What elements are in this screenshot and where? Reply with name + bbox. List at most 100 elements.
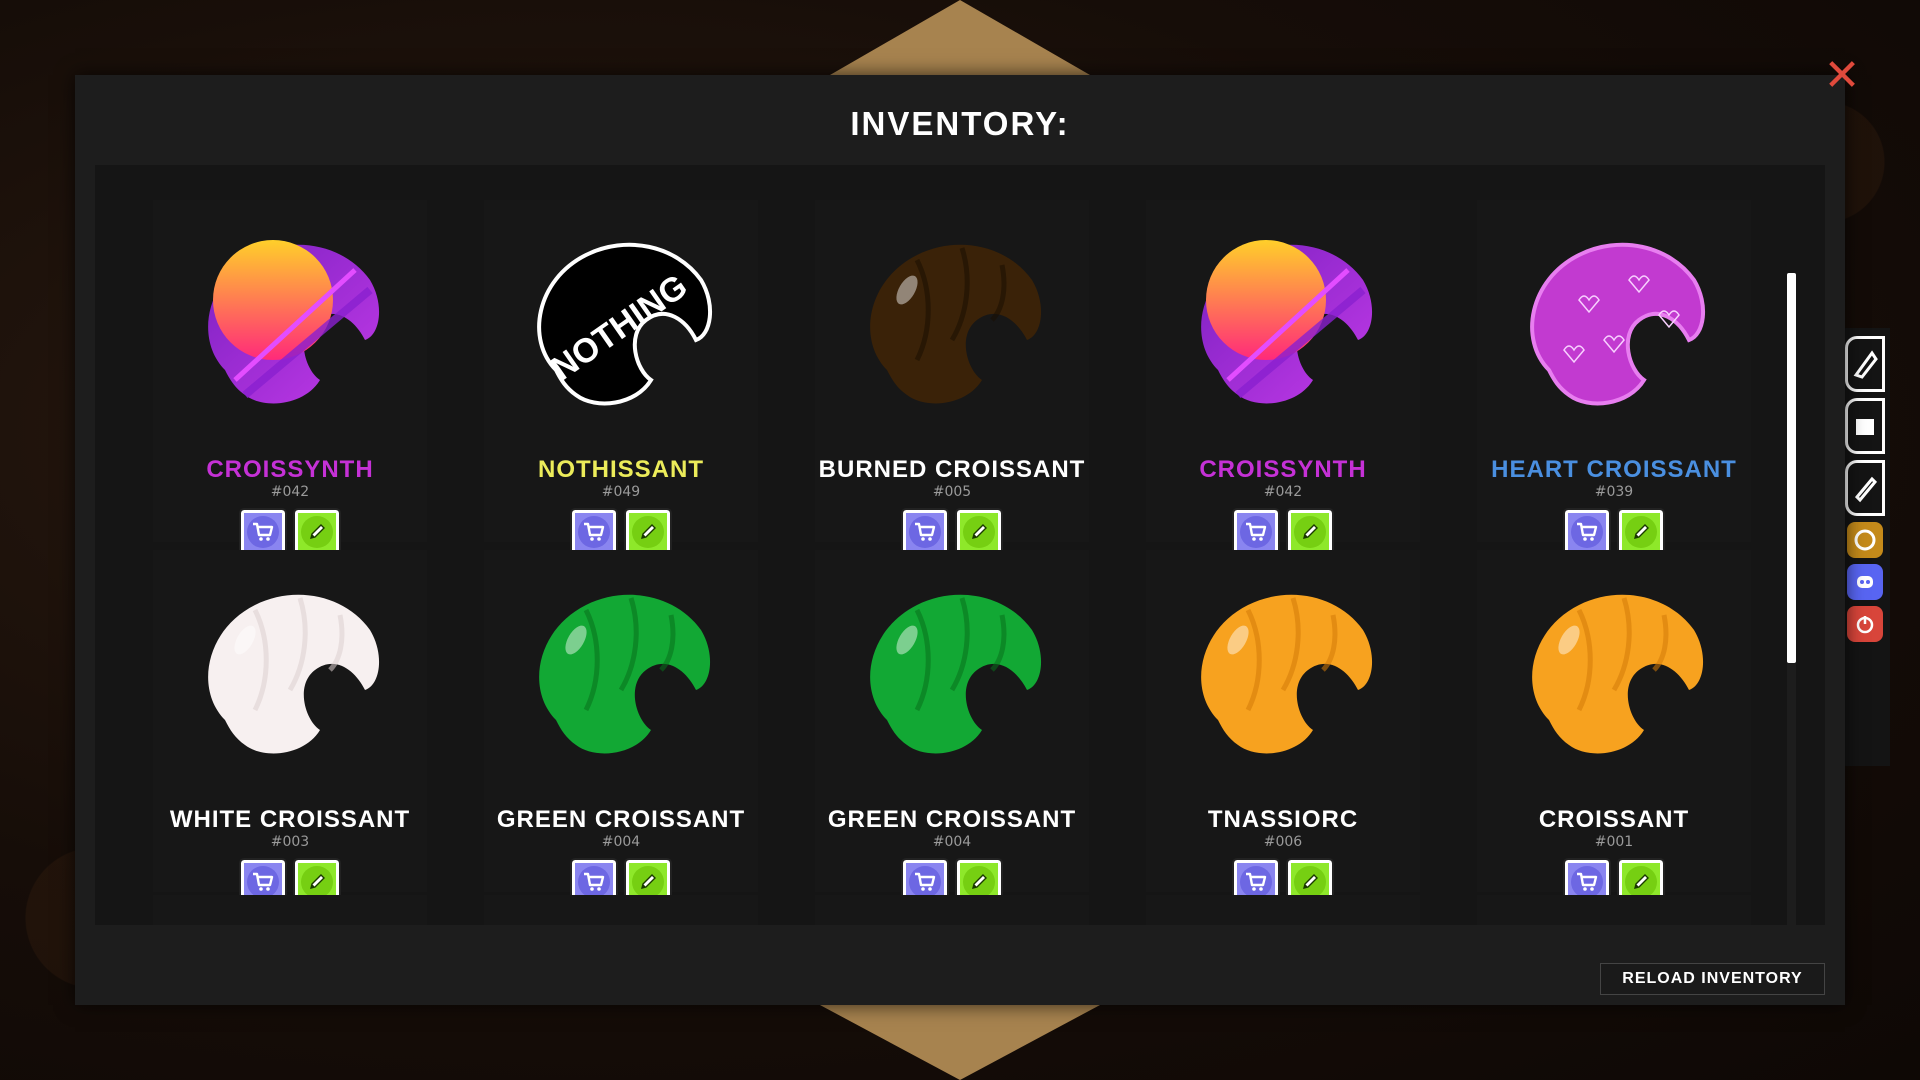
power-icon <box>1856 616 1874 634</box>
item-name: GREEN CROISSANT <box>496 806 746 833</box>
pencil-icon <box>1625 866 1657 898</box>
cart-icon <box>247 516 279 548</box>
partial-card <box>815 895 1089 925</box>
partial-card <box>1146 895 1420 925</box>
inventory-title: INVENTORY: <box>850 105 1070 142</box>
inventory-item-card[interactable]: BURNED CROISSANT #005 <box>815 200 1089 556</box>
inventory-next-row <box>153 895 1753 925</box>
leaderboard-icon <box>1854 529 1876 551</box>
item-name: CROISSANT <box>1538 806 1690 833</box>
side-dock <box>1840 328 1890 766</box>
croissant-icon <box>1853 350 1878 379</box>
cart-icon <box>1240 516 1272 548</box>
item-name: CROISSYNTH <box>206 456 374 483</box>
edit-button[interactable] <box>1617 508 1665 556</box>
cart-icon <box>909 866 941 898</box>
item-name: WHITE CROISSANT <box>169 806 411 833</box>
discord-button[interactable] <box>1847 564 1883 600</box>
scrollbar-thumb[interactable] <box>1787 273 1796 663</box>
pencil-icon <box>1625 516 1657 548</box>
edit-button[interactable] <box>955 508 1003 556</box>
close-icon[interactable]: ✕ <box>1822 54 1862 98</box>
item-id: #006 <box>1263 834 1303 850</box>
decor-diamond-bottom <box>820 1005 1100 1080</box>
croissant-image: NOTHING <box>516 220 726 430</box>
item-id: #039 <box>1594 484 1634 500</box>
item-name: HEART CROISSANT <box>1491 456 1737 483</box>
edit-menu-button[interactable] <box>1845 460 1885 516</box>
inventory-grid: CROISSYNTH #042 NOTHING NOTHISSANT #049 <box>153 200 1753 906</box>
pencil-icon <box>301 866 333 898</box>
inventory-item-card[interactable]: CROISSANT #001 <box>1477 550 1751 906</box>
pencil-icon <box>1294 866 1326 898</box>
inventory-item-card[interactable]: TNASSIORC #006 <box>1146 550 1420 906</box>
croissant-image <box>1178 220 1388 430</box>
cart-icon <box>578 866 610 898</box>
item-id: #004 <box>601 834 641 850</box>
inventory-panel: INVENTORY: CROISSYNTH #042 NOTHING NOTHI… <box>75 75 1845 1005</box>
discord-icon <box>1857 576 1873 588</box>
item-id: #004 <box>932 834 972 850</box>
cart-icon <box>247 866 279 898</box>
item-id: #005 <box>932 484 972 500</box>
croissant-image <box>847 570 1057 780</box>
sell-button[interactable] <box>239 508 287 556</box>
item-actions <box>1232 508 1334 556</box>
decor-diamond-top <box>830 0 1090 75</box>
croissant-image <box>1509 220 1719 430</box>
pencil-icon <box>963 866 995 898</box>
pencil-icon <box>1854 476 1878 503</box>
item-name: NOTHISSANT <box>538 456 704 483</box>
leaderboard-button[interactable] <box>1847 522 1883 558</box>
item-name: CROISSYNTH <box>1199 456 1367 483</box>
item-name: GREEN CROISSANT <box>827 806 1077 833</box>
cart-icon <box>1571 866 1603 898</box>
croissant-menu-button[interactable] <box>1845 336 1885 392</box>
cart-icon <box>578 516 610 548</box>
inventory-item-card[interactable]: CROISSYNTH #042 <box>153 200 427 556</box>
pencil-icon <box>632 866 664 898</box>
pencil-icon <box>301 516 333 548</box>
item-actions <box>901 508 1003 556</box>
shop-icon <box>1856 419 1874 435</box>
partial-card <box>1477 895 1751 925</box>
croissant-image <box>516 570 726 780</box>
item-actions <box>239 508 341 556</box>
croissant-image <box>847 220 1057 430</box>
edit-button[interactable] <box>624 508 672 556</box>
cart-icon <box>1240 866 1272 898</box>
croissant-image <box>1178 570 1388 780</box>
logout-button[interactable] <box>1847 606 1883 642</box>
cart-icon <box>909 516 941 548</box>
inventory-item-card[interactable]: HEART CROISSANT #039 <box>1477 200 1751 556</box>
cart-icon <box>1571 516 1603 548</box>
sell-button[interactable] <box>570 508 618 556</box>
item-id: #042 <box>270 484 310 500</box>
sell-button[interactable] <box>1232 508 1280 556</box>
reload-inventory-button[interactable]: RELOAD INVENTORY <box>1600 963 1825 995</box>
pencil-icon <box>963 516 995 548</box>
item-id: #042 <box>1263 484 1303 500</box>
inventory-grid-area: CROISSYNTH #042 NOTHING NOTHISSANT #049 <box>95 165 1825 925</box>
partial-card <box>153 895 427 925</box>
inventory-item-card[interactable]: WHITE CROISSANT #003 <box>153 550 427 906</box>
croissant-image <box>1509 570 1719 780</box>
item-actions <box>1563 508 1665 556</box>
item-actions <box>570 508 672 556</box>
shop-menu-button[interactable] <box>1845 398 1885 454</box>
inventory-item-card[interactable]: GREEN CROISSANT #004 <box>484 550 758 906</box>
item-id: #049 <box>601 484 641 500</box>
croissant-image <box>185 570 395 780</box>
pencil-icon <box>1294 516 1326 548</box>
sell-button[interactable] <box>1563 508 1611 556</box>
sell-button[interactable] <box>901 508 949 556</box>
item-name: BURNED CROISSANT <box>818 456 1086 483</box>
partial-card <box>484 895 758 925</box>
item-id: #001 <box>1594 834 1634 850</box>
edit-button[interactable] <box>1286 508 1334 556</box>
inventory-item-card[interactable]: GREEN CROISSANT #004 <box>815 550 1089 906</box>
croissant-image <box>185 220 395 430</box>
inventory-item-card[interactable]: CROISSYNTH #042 <box>1146 200 1420 556</box>
inventory-item-card[interactable]: NOTHING NOTHISSANT #049 <box>484 200 758 556</box>
edit-button[interactable] <box>293 508 341 556</box>
